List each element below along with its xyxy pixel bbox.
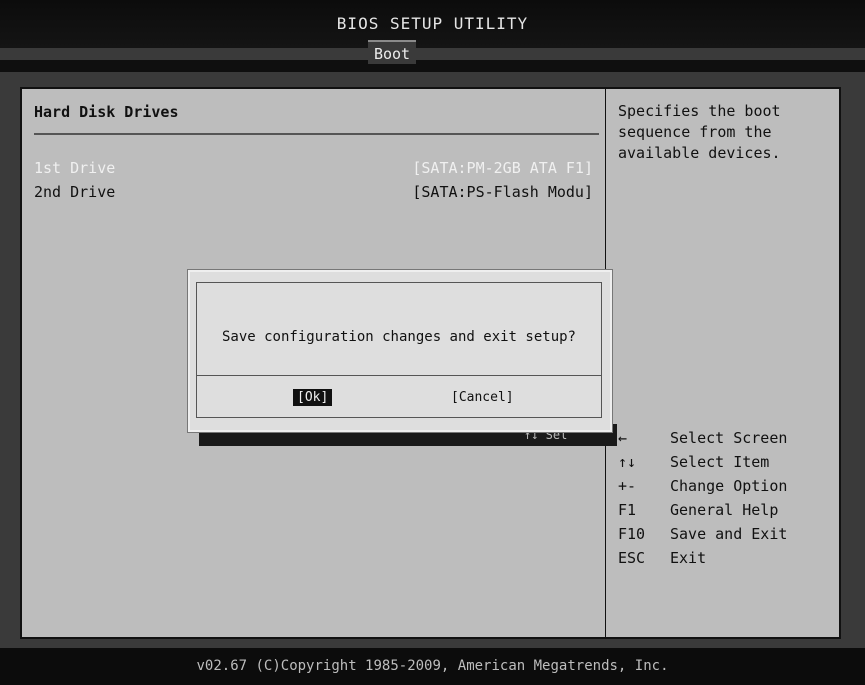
key-row: ESC Exit xyxy=(618,549,838,573)
drive-label: 2nd Drive xyxy=(34,183,116,201)
key-desc: Select Item xyxy=(670,453,770,471)
cancel-button[interactable]: [Cancel] xyxy=(447,389,518,406)
section-divider xyxy=(34,133,599,135)
f1-key: F1 xyxy=(618,501,637,519)
tab-strip xyxy=(0,60,865,72)
section-title: Hard Disk Drives xyxy=(34,103,179,121)
copyright-footer: v02.67 (C)Copyright 1985-2009, American … xyxy=(0,648,865,685)
drive-value[interactable]: [SATA:PM-2GB ATA F1] xyxy=(412,159,593,177)
esc-key: ESC xyxy=(618,549,646,567)
help-text: Specifies the boot sequence from the ava… xyxy=(618,102,781,162)
ok-button[interactable]: [Ok] xyxy=(293,389,333,406)
key-desc: Select Screen xyxy=(670,429,788,447)
drive-row-2[interactable]: 2nd Drive [SATA:PS-Flash Modu] xyxy=(34,183,599,203)
dialog-message: Save configuration changes and exit setu… xyxy=(221,329,576,345)
title-bar: BIOS SETUP UTILITY xyxy=(0,0,865,48)
f10-key: F10 xyxy=(618,525,646,543)
key-row: ← Select Screen xyxy=(618,429,838,453)
dialog-divider xyxy=(197,375,601,376)
up-down-arrow-key: ↑↓ xyxy=(618,453,637,471)
key-row: F10 Save and Exit xyxy=(618,525,838,549)
key-desc: Save and Exit xyxy=(670,525,788,543)
key-desc: Change Option xyxy=(670,477,788,495)
key-row: F1 General Help xyxy=(618,501,838,525)
drive-value[interactable]: [SATA:PS-Flash Modu] xyxy=(412,183,593,201)
plus-minus-key: +- xyxy=(618,477,637,495)
left-arrow-key: ← xyxy=(618,429,628,447)
key-row: ↑↓ Select Item xyxy=(618,453,838,477)
key-desc: General Help xyxy=(670,501,779,519)
save-exit-dialog: Save configuration changes and exit setu… xyxy=(188,270,612,432)
help-panel: Specifies the boot sequence from the ava… xyxy=(605,87,841,639)
dialog-frame: Save configuration changes and exit setu… xyxy=(196,282,602,418)
key-desc: Exit xyxy=(670,549,707,567)
key-row: +- Change Option xyxy=(618,477,838,501)
drive-row-1[interactable]: 1st Drive [SATA:PM-2GB ATA F1] xyxy=(34,159,599,179)
bios-screen: BIOS SETUP UTILITY Boot Hard Disk Drives… xyxy=(0,0,865,685)
tab-boot[interactable]: Boot xyxy=(368,40,416,64)
app-title: BIOS SETUP UTILITY xyxy=(336,14,529,33)
key-legend: ← Select Screen ↑↓ Select Item +- Change… xyxy=(618,429,838,573)
drive-label: 1st Drive xyxy=(34,159,116,177)
